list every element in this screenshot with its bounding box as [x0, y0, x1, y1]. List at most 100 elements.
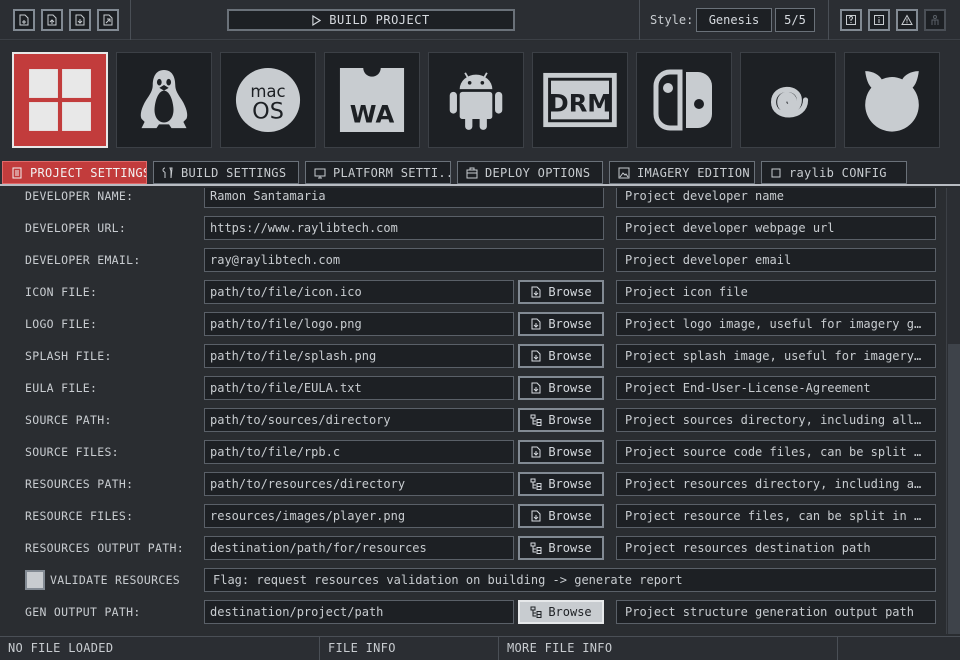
- warning-icon[interactable]: [896, 9, 918, 31]
- main-toolbar: BUILD PROJECT Style: Genesis 5/5: [0, 0, 960, 40]
- toolbar-divider: [639, 0, 640, 40]
- status-empty-cell: [838, 637, 960, 660]
- platform-windows[interactable]: [12, 52, 108, 148]
- tab-build-settings[interactable]: BUILD SETTINGS: [153, 161, 299, 184]
- resources-output-field[interactable]: destination/path/for/resources: [204, 536, 514, 560]
- platform-freebsd[interactable]: [844, 52, 940, 148]
- tab-label: BUILD SETTINGS: [181, 165, 287, 180]
- resources-path-field[interactable]: path/to/resources/directory: [204, 472, 514, 496]
- developer-url-field[interactable]: https://www.raylibtech.com: [204, 216, 604, 240]
- build-project-button[interactable]: BUILD PROJECT: [227, 9, 515, 31]
- resources-path-description: Project resources directory, including a…: [616, 472, 936, 496]
- validate-resources-label: VALIDATE RESOURCES: [50, 573, 181, 587]
- open-file-icon[interactable]: [41, 9, 63, 31]
- macos-logo-icon: mac OS: [235, 67, 301, 133]
- settings-tabbar: PROJECT SETTINGS BUILD SETTINGS PLATFORM…: [0, 158, 960, 186]
- tab-deploy-options[interactable]: DEPLOY OPTIONS: [457, 161, 603, 184]
- tab-label: IMAGERY EDITION: [637, 165, 750, 180]
- checkbox-icon: [771, 168, 781, 177]
- platform-linux[interactable]: [116, 52, 212, 148]
- settings-row-source-path: SOURCE PATH: path/to/sources/directory B…: [0, 408, 946, 432]
- switch-logo-icon: [653, 69, 712, 131]
- build-project-label: BUILD PROJECT: [329, 13, 430, 27]
- eula-file-field[interactable]: path/to/file/EULA.txt: [204, 376, 514, 400]
- source-path-label: SOURCE PATH:: [25, 413, 112, 427]
- splash-file-label: SPLASH FILE:: [25, 349, 112, 363]
- validate-resources-description: Flag: request resources validation on bu…: [204, 568, 936, 592]
- settings-row-developer-name: DEVELOPER NAME: Ramon Santamaria Project…: [0, 188, 946, 208]
- resources-path-label: RESOURCES PATH:: [25, 477, 134, 491]
- resource-files-field[interactable]: resources/images/player.png: [204, 504, 514, 528]
- logo-file-browse-button[interactable]: Browse: [518, 312, 604, 336]
- platform-drm[interactable]: DRM: [532, 52, 628, 148]
- drm-logo-icon: DRM: [543, 72, 617, 128]
- play-icon: [312, 14, 322, 26]
- directory-tree-icon: [530, 414, 542, 426]
- scrollbar-thumb[interactable]: [948, 344, 960, 634]
- icon-file-field[interactable]: path/to/file/icon.ico: [204, 280, 514, 304]
- browse-label: Browse: [548, 605, 592, 619]
- splash-file-field[interactable]: path/to/file/splash.png: [204, 344, 514, 368]
- validate-resources-checkbox[interactable]: [25, 570, 45, 590]
- platform-macos[interactable]: mac OS: [220, 52, 316, 148]
- browse-label: Browse: [548, 445, 592, 459]
- dreamcast-swirl-icon: [770, 86, 809, 118]
- resources-output-browse-button[interactable]: Browse: [518, 536, 604, 560]
- resource-files-description: Project resource files, can be split in …: [616, 504, 936, 528]
- tab-project-settings[interactable]: PROJECT SETTINGS: [2, 161, 147, 184]
- platform-switch[interactable]: [636, 52, 732, 148]
- content-scrollbar[interactable]: [946, 188, 960, 634]
- settings-row-source-files: SOURCE FILES: path/to/file/rpb.c Browse …: [0, 440, 946, 464]
- style-selector[interactable]: Genesis: [696, 8, 772, 32]
- macos-text-bottom: OS: [252, 98, 284, 124]
- resources-path-browse-button[interactable]: Browse: [518, 472, 604, 496]
- browse-label: Browse: [548, 317, 592, 331]
- developer-email-description: Project developer email: [616, 248, 936, 272]
- icon-file-label: ICON FILE:: [25, 285, 98, 299]
- save-file-icon[interactable]: [69, 9, 91, 31]
- gen-output-browse-button[interactable]: Browse: [518, 600, 604, 624]
- platform-android[interactable]: [428, 52, 524, 148]
- platform-dreamcast[interactable]: [740, 52, 836, 148]
- source-files-field[interactable]: path/to/file/rpb.c: [204, 440, 514, 464]
- source-path-field[interactable]: path/to/sources/directory: [204, 408, 514, 432]
- tools-icon: [162, 167, 173, 178]
- status-file-info: FILE INFO: [320, 637, 499, 660]
- file-toolbar-section: [0, 0, 131, 40]
- eula-file-description: Project End-User-License-Agreement: [616, 376, 936, 400]
- resource-files-label: RESOURCE FILES:: [25, 509, 134, 523]
- drm-text: DRM: [549, 90, 612, 118]
- directory-tree-icon: [530, 606, 542, 618]
- style-label: Style:: [650, 13, 694, 27]
- source-path-description: Project sources directory, including all…: [616, 408, 936, 432]
- gen-output-label: GEN OUTPUT PATH:: [25, 605, 141, 619]
- help-icon[interactable]: [840, 9, 862, 31]
- browse-label: Browse: [548, 381, 592, 395]
- new-file-icon[interactable]: [13, 9, 35, 31]
- tab-platform-settings[interactable]: PLATFORM SETTI...: [305, 161, 451, 184]
- tab-imagery-edition[interactable]: IMAGERY EDITION: [609, 161, 755, 184]
- source-path-browse-button[interactable]: Browse: [518, 408, 604, 432]
- image-icon: [618, 167, 630, 178]
- settings-row-eula-file: EULA FILE: path/to/file/EULA.txt Browse …: [0, 376, 946, 400]
- settings-row-icon-file: ICON FILE: path/to/file/icon.ico Browse …: [0, 280, 946, 304]
- export-file-icon[interactable]: [97, 9, 119, 31]
- settings-row-developer-url: DEVELOPER URL: https://www.raylibtech.co…: [0, 216, 946, 240]
- splash-file-browse-button[interactable]: Browse: [518, 344, 604, 368]
- status-more-file-info: MORE FILE INFO: [499, 637, 838, 660]
- freebsd-logo-icon: [865, 71, 919, 132]
- developer-email-field[interactable]: ray@raylibtech.com: [204, 248, 604, 272]
- resource-files-browse-button[interactable]: Browse: [518, 504, 604, 528]
- info-icon[interactable]: [868, 9, 890, 31]
- gen-output-field[interactable]: destination/project/path: [204, 600, 514, 624]
- file-open-icon: [531, 446, 541, 458]
- platform-webassembly[interactable]: WA: [324, 52, 420, 148]
- tab-raylib-config[interactable]: raylib CONFIG: [761, 161, 907, 184]
- file-open-icon: [531, 350, 541, 362]
- eula-file-browse-button[interactable]: Browse: [518, 376, 604, 400]
- developer-name-field[interactable]: Ramon Santamaria: [204, 188, 604, 208]
- logo-file-field[interactable]: path/to/file/logo.png: [204, 312, 514, 336]
- icon-file-browse-button[interactable]: Browse: [518, 280, 604, 304]
- source-files-browse-button[interactable]: Browse: [518, 440, 604, 464]
- developer-name-description: Project developer name: [616, 188, 936, 208]
